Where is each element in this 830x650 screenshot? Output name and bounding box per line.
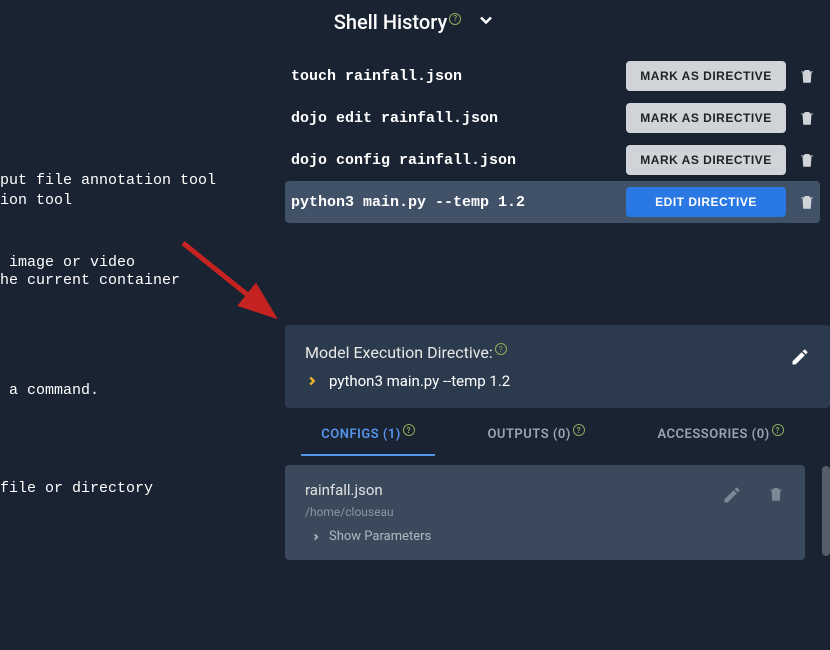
trash-icon[interactable] — [798, 67, 816, 85]
help-icon[interactable]: ? — [573, 424, 585, 436]
card-actions — [722, 485, 785, 509]
chevron-right-icon — [311, 532, 321, 542]
help-icon[interactable]: ? — [449, 13, 461, 25]
history-cmd: python3 main.py --temp 1.2 — [291, 194, 626, 211]
trash-icon[interactable] — [767, 485, 785, 509]
terminal-line: a command. — [0, 380, 99, 401]
terminal-line: file or directory — [0, 478, 153, 499]
edit-icon[interactable] — [790, 347, 810, 371]
terminal-line: put file annotation tool — [0, 170, 216, 191]
config-filename: rainfall.json — [305, 481, 785, 499]
show-parameters-label: Show Parameters — [329, 529, 431, 544]
terminal-line: he current container — [0, 270, 180, 291]
history-row[interactable]: dojo config rainfall.json MARK AS DIRECT… — [285, 139, 820, 181]
trash-icon[interactable] — [798, 109, 816, 127]
directive-label-text: Model Execution Directive: — [305, 343, 493, 362]
edit-icon[interactable] — [722, 485, 742, 509]
terminal-line: ion tool — [0, 190, 72, 211]
directive-cmd-row: python3 main.py --temp 1.2 — [305, 372, 810, 390]
config-path: /home/clouseau — [305, 505, 785, 519]
history-cmd: dojo edit rainfall.json — [291, 110, 626, 127]
tab-outputs[interactable]: OUTPUTS (0)? — [467, 410, 604, 456]
mark-directive-button[interactable]: MARK AS DIRECTIVE — [626, 103, 786, 133]
help-icon[interactable]: ? — [772, 424, 784, 436]
tab-label: OUTPUTS (0) — [487, 427, 570, 442]
tab-accessories[interactable]: ACCESSORIES (0)? — [637, 410, 803, 456]
shell-history-list: touch rainfall.json MARK AS DIRECTIVE do… — [285, 55, 820, 223]
tabs: CONFIGS (1)? OUTPUTS (0)? ACCESSORIES (0… — [285, 410, 820, 457]
tab-label: CONFIGS (1) — [321, 427, 401, 442]
trash-icon[interactable] — [798, 193, 816, 211]
history-cmd: touch rainfall.json — [291, 68, 626, 85]
page-title: Shell History? — [334, 10, 462, 34]
tab-label: ACCESSORIES (0) — [657, 427, 769, 442]
directive-cmd: python3 main.py --temp 1.2 — [329, 372, 510, 390]
config-card: rainfall.json /home/clouseau Show Parame… — [285, 465, 805, 560]
chevron-down-icon[interactable] — [476, 10, 496, 34]
directive-label: Model Execution Directive:? — [305, 343, 810, 362]
edit-directive-button[interactable]: EDIT DIRECTIVE — [626, 187, 786, 217]
header: Shell History? — [0, 0, 830, 44]
history-row[interactable]: python3 main.py --temp 1.2 EDIT DIRECTIV… — [285, 181, 820, 223]
history-row[interactable]: dojo edit rainfall.json MARK AS DIRECTIV… — [285, 97, 820, 139]
directive-card: Model Execution Directive:? python3 main… — [285, 325, 830, 408]
mark-directive-button[interactable]: MARK AS DIRECTIVE — [626, 145, 786, 175]
scrollbar[interactable] — [822, 466, 830, 556]
help-icon[interactable]: ? — [403, 424, 415, 436]
page-title-text: Shell History — [334, 10, 448, 34]
history-cmd: dojo config rainfall.json — [291, 152, 626, 169]
chevron-right-icon — [305, 374, 319, 388]
help-icon[interactable]: ? — [495, 343, 507, 355]
trash-icon[interactable] — [798, 151, 816, 169]
tab-configs[interactable]: CONFIGS (1)? — [301, 410, 435, 456]
arrow-annotation — [175, 235, 295, 339]
show-parameters-toggle[interactable]: Show Parameters — [305, 529, 785, 544]
mark-directive-button[interactable]: MARK AS DIRECTIVE — [626, 61, 786, 91]
history-row[interactable]: touch rainfall.json MARK AS DIRECTIVE — [285, 55, 820, 97]
